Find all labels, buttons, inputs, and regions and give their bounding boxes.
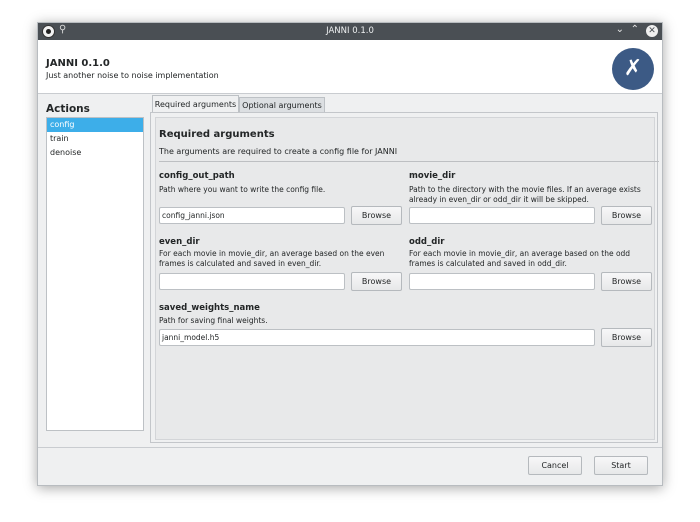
action-item-config[interactable]: config xyxy=(47,118,143,132)
tools-icon: ✗ xyxy=(612,48,654,90)
tab-panel: Required arguments The arguments are req… xyxy=(150,112,659,443)
field-label-config-out-path: config_out_path xyxy=(159,171,235,181)
config-out-path-input[interactable]: config_janni.json xyxy=(159,207,345,224)
app-name: JANNI 0.1.0 xyxy=(46,58,110,69)
field-label-odd-dir: odd_dir xyxy=(409,237,445,247)
even-dir-input[interactable] xyxy=(159,273,345,290)
start-button[interactable]: Start xyxy=(594,456,648,475)
section-title: Required arguments xyxy=(159,129,275,140)
even-dir-browse-button[interactable]: Browse xyxy=(351,272,402,291)
app-subtitle: Just another noise to noise implementati… xyxy=(46,71,219,80)
actions-list: config train denoise xyxy=(46,117,144,431)
footer-divider xyxy=(38,447,662,448)
odd-dir-browse-button[interactable]: Browse xyxy=(601,272,652,291)
maximize-icon[interactable]: ⌃ xyxy=(631,24,639,35)
field-label-saved-weights-name: saved_weights_name xyxy=(159,303,260,313)
action-item-denoise[interactable]: denoise xyxy=(47,146,143,160)
movie-dir-browse-button[interactable]: Browse xyxy=(601,206,652,225)
movie-dir-input[interactable] xyxy=(409,207,595,224)
field-help-movie-dir: Path to the directory with the movie fil… xyxy=(409,185,641,204)
cancel-button[interactable]: Cancel xyxy=(528,456,582,475)
odd-dir-input[interactable] xyxy=(409,273,595,290)
field-label-movie-dir: movie_dir xyxy=(409,171,456,181)
divider xyxy=(159,161,659,162)
field-label-even-dir: even_dir xyxy=(159,237,200,247)
action-item-train[interactable]: train xyxy=(47,132,143,146)
saved-weights-name-browse-button[interactable]: Browse xyxy=(601,328,652,347)
field-help-saved-weights-name: Path for saving final weights. xyxy=(159,316,268,325)
field-help-odd-dir: For each movie in movie_dir, an average … xyxy=(409,249,631,268)
field-help-even-dir: For each movie in movie_dir, an average … xyxy=(159,249,385,268)
app-header: JANNI 0.1.0 Just another noise to noise … xyxy=(38,40,662,94)
field-help-config-out-path: Path where you want to write the config … xyxy=(159,185,326,194)
section-description: The arguments are required to create a c… xyxy=(159,147,398,156)
tab-optional-arguments[interactable]: Optional arguments xyxy=(239,97,325,113)
config-out-path-browse-button[interactable]: Browse xyxy=(351,206,402,225)
minimize-icon[interactable]: ⌄ xyxy=(616,24,624,35)
window-title: JANNI 0.1.0 xyxy=(326,26,374,36)
arguments-group: Required arguments The arguments are req… xyxy=(155,117,659,440)
actions-title: Actions xyxy=(46,103,90,115)
main-window: ⚲ JANNI 0.1.0 ⌄ ⌃ ✕ JANNI 0.1.0 Just ano… xyxy=(37,22,663,486)
saved-weights-name-input[interactable]: janni_model.h5 xyxy=(159,329,595,346)
title-bar: ⚲ JANNI 0.1.0 ⌄ ⌃ ✕ xyxy=(38,23,662,40)
close-icon[interactable]: ✕ xyxy=(646,25,658,37)
tab-required-arguments[interactable]: Required arguments xyxy=(152,95,239,113)
